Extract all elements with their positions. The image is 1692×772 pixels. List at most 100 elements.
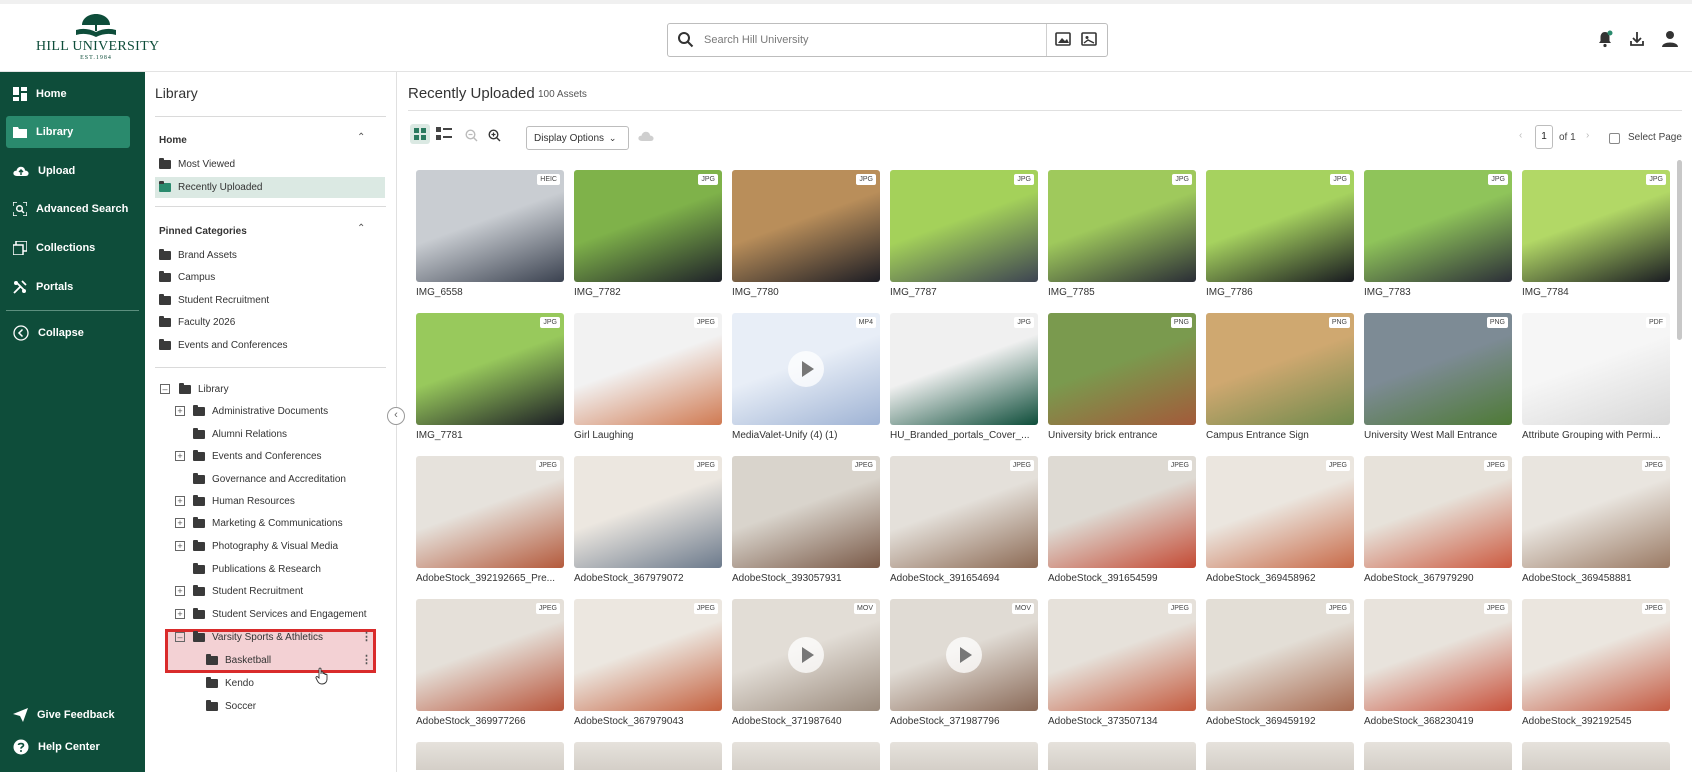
asset-name[interactable]: IMG_7785 — [1048, 287, 1196, 298]
next-page-icon[interactable]: › — [1586, 130, 1589, 141]
tree-item[interactable]: Photography & Visual Media — [193, 537, 338, 555]
prev-page-icon[interactable]: ‹ — [1519, 130, 1522, 141]
asset-thumbnail[interactable]: PNG — [1364, 313, 1512, 425]
notifications-icon[interactable] — [1597, 30, 1613, 53]
expand-toggle-icon[interactable]: + — [175, 518, 185, 528]
asset-tile-partial[interactable] — [1048, 742, 1196, 770]
asset-name[interactable]: AdobeStock_368230419 — [1364, 716, 1512, 727]
asset-tile[interactable]: JPG IMG_7781 — [416, 313, 564, 441]
asset-name[interactable]: AdobeStock_371987640 — [732, 716, 880, 727]
expand-toggle-icon[interactable]: + — [175, 586, 185, 596]
collapse-toggle-icon[interactable]: – — [175, 632, 185, 642]
list-view-icon[interactable] — [436, 127, 452, 141]
zoom-in-icon[interactable] — [488, 129, 501, 142]
asset-tile[interactable]: JPG IMG_7783 — [1364, 170, 1512, 298]
asset-name[interactable]: IMG_6558 — [416, 287, 564, 298]
asset-name[interactable]: Campus Entrance Sign — [1206, 430, 1354, 441]
pinned-item[interactable]: Faculty 2026 — [159, 313, 235, 331]
tree-root-library[interactable]: Library — [179, 380, 229, 398]
asset-tile-partial[interactable] — [416, 742, 564, 770]
asset-name[interactable]: Attribute Grouping with Permi... — [1522, 430, 1670, 441]
asset-tile[interactable]: JPEG AdobeStock_367979043 — [574, 599, 722, 727]
tree-item-basketball[interactable]: Basketball — [206, 651, 271, 669]
asset-name[interactable]: University West Mall Entrance — [1364, 430, 1512, 441]
select-page-checkbox[interactable] — [1609, 133, 1620, 144]
pinned-item[interactable]: Brand Assets — [159, 246, 237, 264]
tree-item-soccer[interactable]: Soccer — [206, 697, 256, 715]
asset-tile[interactable]: JPEG AdobeStock_367979290 — [1364, 456, 1512, 584]
expand-toggle-icon[interactable]: + — [175, 451, 185, 461]
tree-item[interactable]: Governance and Accreditation — [193, 470, 346, 488]
tree-item[interactable]: Student Services and Engagement — [193, 605, 367, 623]
asset-thumbnail[interactable]: JPG — [1048, 170, 1196, 282]
more-options-icon[interactable]: ⋮ — [361, 630, 372, 643]
asset-thumbnail[interactable]: MOV — [890, 599, 1038, 711]
nav-collapse[interactable]: Collapse — [6, 317, 130, 349]
asset-name[interactable]: AdobeStock_393057931 — [732, 573, 880, 584]
asset-tile-partial[interactable] — [1364, 742, 1512, 770]
asset-tile-partial[interactable] — [1522, 742, 1670, 770]
asset-thumbnail[interactable]: MP4 — [732, 313, 880, 425]
expand-toggle-icon[interactable]: + — [175, 406, 185, 416]
asset-tile[interactable]: JPEG AdobeStock_369977266 — [416, 599, 564, 727]
asset-tile[interactable]: JPG IMG_7786 — [1206, 170, 1354, 298]
scrollbar[interactable] — [1677, 160, 1682, 340]
asset-tile[interactable]: MOV AdobeStock_371987796 — [890, 599, 1038, 727]
asset-name[interactable]: IMG_7780 — [732, 287, 880, 298]
nav-upload[interactable]: Upload — [6, 155, 130, 187]
asset-thumbnail[interactable]: JPG — [890, 170, 1038, 282]
asset-tile[interactable]: HEIC IMG_6558 — [416, 170, 564, 298]
asset-tile[interactable]: PDF Attribute Grouping with Permi... — [1522, 313, 1670, 441]
asset-tile-partial[interactable] — [1206, 742, 1354, 770]
download-icon[interactable] — [1629, 30, 1645, 53]
asset-tile[interactable]: JPG IMG_7787 — [890, 170, 1038, 298]
asset-name[interactable]: AdobeStock_369458881 — [1522, 573, 1670, 584]
asset-tile[interactable]: JPEG AdobeStock_368230419 — [1364, 599, 1512, 727]
asset-name[interactable]: IMG_7782 — [574, 287, 722, 298]
asset-thumbnail[interactable]: JPEG — [574, 599, 722, 711]
tree-item[interactable]: Publications & Research — [193, 560, 321, 578]
asset-thumbnail[interactable]: JPG — [1206, 170, 1354, 282]
asset-tile[interactable]: JPEG AdobeStock_391654694 — [890, 456, 1038, 584]
asset-name[interactable]: IMG_7786 — [1206, 287, 1354, 298]
home-item-recently-uploaded[interactable]: Recently Uploaded — [155, 177, 385, 198]
asset-name[interactable]: AdobeStock_369459192 — [1206, 716, 1354, 727]
asset-thumbnail[interactable]: JPEG — [1364, 456, 1512, 568]
asset-thumbnail[interactable]: JPEG — [732, 456, 880, 568]
expand-toggle-icon[interactable]: + — [175, 541, 185, 551]
zoom-out-icon[interactable] — [465, 129, 478, 142]
image-search-icon[interactable] — [1055, 31, 1071, 47]
tree-item[interactable]: Alumni Relations — [193, 425, 287, 443]
play-icon[interactable] — [788, 351, 824, 387]
asset-name[interactable]: IMG_7787 — [890, 287, 1038, 298]
collapse-toggle-icon[interactable]: – — [160, 384, 170, 394]
asset-name[interactable]: IMG_7784 — [1522, 287, 1670, 298]
asset-thumbnail[interactable]: JPEG — [1522, 456, 1670, 568]
tree-item-kendo[interactable]: Kendo — [206, 674, 254, 692]
tree-item[interactable]: Events and Conferences — [193, 447, 322, 465]
asset-tile[interactable]: JPEG AdobeStock_373507134 — [1048, 599, 1196, 727]
cloud-upload-icon[interactable] — [638, 130, 654, 142]
asset-name[interactable]: IMG_7783 — [1364, 287, 1512, 298]
hill-university-logo[interactable]: HILL UNIVERSITY EST.1984 — [36, 10, 159, 74]
asset-name[interactable]: AdobeStock_367979072 — [574, 573, 722, 584]
asset-thumbnail[interactable]: MOV — [732, 599, 880, 711]
asset-name[interactable]: AdobeStock_371987796 — [890, 716, 1038, 727]
asset-name[interactable]: AdobeStock_369977266 — [416, 716, 564, 727]
asset-name[interactable]: AdobeStock_391654694 — [890, 573, 1038, 584]
asset-thumbnail[interactable]: JPG — [416, 313, 564, 425]
asset-tile-partial[interactable] — [732, 742, 880, 770]
asset-name[interactable]: Girl Laughing — [574, 430, 722, 441]
asset-name[interactable]: AdobeStock_392192545 — [1522, 716, 1670, 727]
asset-tile[interactable]: PNG University West Mall Entrance — [1364, 313, 1512, 441]
asset-tile[interactable]: JPEG Girl Laughing — [574, 313, 722, 441]
asset-thumbnail[interactable]: JPG — [574, 170, 722, 282]
asset-tile-partial[interactable] — [890, 742, 1038, 770]
asset-name[interactable]: MediaValet-Unify (4) (1) — [732, 430, 880, 441]
asset-tile-partial[interactable] — [574, 742, 722, 770]
asset-thumbnail[interactable]: JPEG — [574, 313, 722, 425]
asset-tile[interactable]: JPG IMG_7782 — [574, 170, 722, 298]
search-input[interactable]: Search Hill University — [704, 34, 809, 46]
asset-thumbnail[interactable]: PNG — [1206, 313, 1354, 425]
visual-search-icon[interactable] — [1081, 31, 1097, 47]
